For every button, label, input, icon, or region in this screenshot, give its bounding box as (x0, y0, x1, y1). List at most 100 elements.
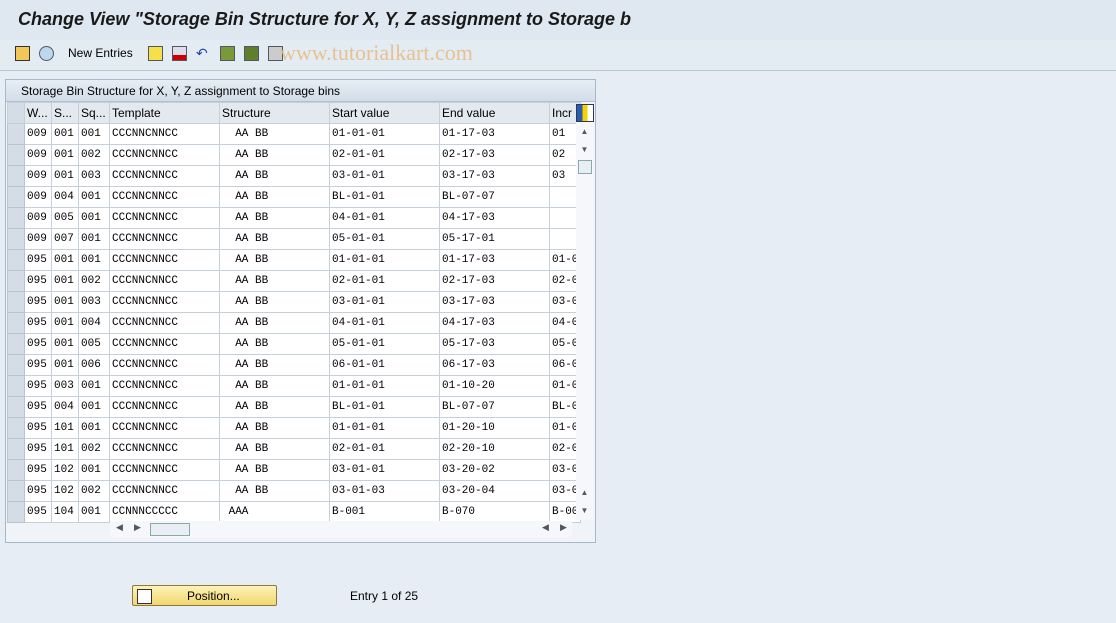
table-cell[interactable]: 03-20-02 (439, 459, 550, 481)
table-cell[interactable]: 004 (51, 186, 79, 208)
table-cell[interactable]: 001 (78, 186, 110, 208)
row-selector[interactable] (7, 501, 25, 523)
row-selector[interactable] (7, 354, 25, 376)
table-cell[interactable]: 001 (78, 207, 110, 229)
copy-icon[interactable] (148, 46, 163, 61)
table-cell[interactable]: 095 (24, 417, 52, 439)
column-header[interactable]: S... (51, 102, 79, 124)
table-cell[interactable]: 101 (51, 438, 79, 460)
table-cell[interactable]: 001 (51, 291, 79, 313)
table-cell[interactable]: CCCNNCNNCC (109, 312, 220, 334)
table-cell[interactable]: 004 (78, 312, 110, 334)
table-cell[interactable]: 001 (51, 249, 79, 271)
table-cell[interactable]: 001 (51, 354, 79, 376)
table-cell[interactable]: 002 (78, 480, 110, 502)
table-cell[interactable]: 104 (51, 501, 79, 523)
table-cell[interactable]: AA BB (219, 249, 330, 271)
table-cell[interactable]: 001 (78, 396, 110, 418)
table-cell[interactable]: 001 (78, 249, 110, 271)
undo-icon[interactable]: ↶ (196, 46, 211, 61)
row-selector[interactable] (7, 291, 25, 313)
table-cell[interactable]: AA BB (219, 438, 330, 460)
scroll-up-icon[interactable]: ▲ (577, 485, 592, 500)
row-selector[interactable] (7, 249, 25, 271)
table-cell[interactable]: CCCNNCNNCC (109, 333, 220, 355)
column-header[interactable]: W... (24, 102, 52, 124)
table-cell[interactable]: 001 (51, 123, 79, 145)
scroll-down-icon[interactable]: ▼ (577, 503, 592, 518)
table-cell[interactable]: 095 (24, 312, 52, 334)
table-cell[interactable]: 009 (24, 144, 52, 166)
table-cell[interactable]: CCCNNCNNCC (109, 375, 220, 397)
row-selector[interactable] (7, 480, 25, 502)
table-cell[interactable]: 095 (24, 270, 52, 292)
row-selector[interactable] (7, 312, 25, 334)
row-selector[interactable] (7, 417, 25, 439)
table-cell[interactable]: 009 (24, 207, 52, 229)
row-selector[interactable] (7, 123, 25, 145)
table-cell[interactable]: 04-01-01 (329, 312, 440, 334)
table-cell[interactable]: 05-01-01 (329, 228, 440, 250)
table-cell[interactable]: B-070 (439, 501, 550, 523)
scroll-left-icon[interactable]: ◀ (116, 522, 123, 533)
table-cell[interactable]: BL-07-07 (439, 396, 550, 418)
table-cell[interactable]: AA BB (219, 312, 330, 334)
hscroll-thumb[interactable] (150, 523, 190, 536)
table-cell[interactable]: 002 (78, 438, 110, 460)
column-header[interactable]: Structure (219, 102, 330, 124)
display-glasses-icon[interactable] (39, 46, 54, 61)
table-cell[interactable]: 02-01-01 (329, 144, 440, 166)
table-cell[interactable]: 05-17-01 (439, 228, 550, 250)
table-cell[interactable]: CCCNNCNNCC (109, 186, 220, 208)
table-cell[interactable]: 03-01-01 (329, 459, 440, 481)
table-cell[interactable]: 01-20-10 (439, 417, 550, 439)
table-cell[interactable]: 001 (51, 270, 79, 292)
table-cell[interactable]: 095 (24, 249, 52, 271)
table-cell[interactable]: CCCNNCNNCC (109, 438, 220, 460)
table-cell[interactable]: AA BB (219, 333, 330, 355)
position-button[interactable]: Position... (132, 585, 277, 606)
table-cell[interactable]: 03-01-01 (329, 291, 440, 313)
table-cell[interactable]: 01-17-03 (439, 249, 550, 271)
table-cell[interactable]: 095 (24, 333, 52, 355)
table-cell[interactable]: 002 (78, 144, 110, 166)
table-cell[interactable]: 001 (78, 501, 110, 523)
table-cell[interactable]: 05-17-03 (439, 333, 550, 355)
table-cell[interactable]: BL-01-01 (329, 396, 440, 418)
table-cell[interactable]: 04-01-01 (329, 207, 440, 229)
table-cell[interactable]: 001 (78, 459, 110, 481)
table-cell[interactable]: AA BB (219, 186, 330, 208)
table-cell[interactable]: CCCNNCNNCC (109, 417, 220, 439)
table-cell[interactable]: 009 (24, 228, 52, 250)
table-cell[interactable]: 03-01-03 (329, 480, 440, 502)
row-selector[interactable] (7, 144, 25, 166)
table-cell[interactable]: 095 (24, 375, 52, 397)
scroll-right-icon[interactable]: ▶ (134, 522, 141, 533)
table-cell[interactable]: 001 (78, 417, 110, 439)
table-cell[interactable]: BL-07-07 (439, 186, 550, 208)
table-cell[interactable]: 006 (78, 354, 110, 376)
table-cell[interactable]: CCCNNCNNCC (109, 459, 220, 481)
new-entries-button[interactable]: New Entries (68, 46, 133, 62)
table-cell[interactable]: 003 (51, 375, 79, 397)
scroll-up-icon[interactable]: ▲ (577, 124, 592, 139)
table-cell[interactable]: 007 (51, 228, 79, 250)
table-cell[interactable]: CCCNNCNNCC (109, 270, 220, 292)
scroll-right-icon[interactable]: ▶ (560, 522, 567, 533)
row-selector[interactable] (7, 333, 25, 355)
table-cell[interactable]: CCCNNCNNCC (109, 480, 220, 502)
vertical-scrollbar[interactable]: ▲ ▼ ▲ ▼ (576, 122, 594, 520)
table-cell[interactable]: 01-01-01 (329, 375, 440, 397)
table-cell[interactable]: 04-17-03 (439, 207, 550, 229)
table-cell[interactable]: 001 (51, 312, 79, 334)
table-cell[interactable]: 01-01-01 (329, 123, 440, 145)
table-cell[interactable]: AA BB (219, 123, 330, 145)
table-cell[interactable]: 02-01-01 (329, 270, 440, 292)
table-cell[interactable]: 01-17-03 (439, 123, 550, 145)
table-cell[interactable]: 095 (24, 501, 52, 523)
table-cell[interactable]: CCCNNCNNCC (109, 354, 220, 376)
table-cell[interactable]: 002 (78, 270, 110, 292)
table-cell[interactable]: 06-01-01 (329, 354, 440, 376)
table-cell[interactable]: 02-17-03 (439, 270, 550, 292)
row-selector[interactable] (7, 438, 25, 460)
